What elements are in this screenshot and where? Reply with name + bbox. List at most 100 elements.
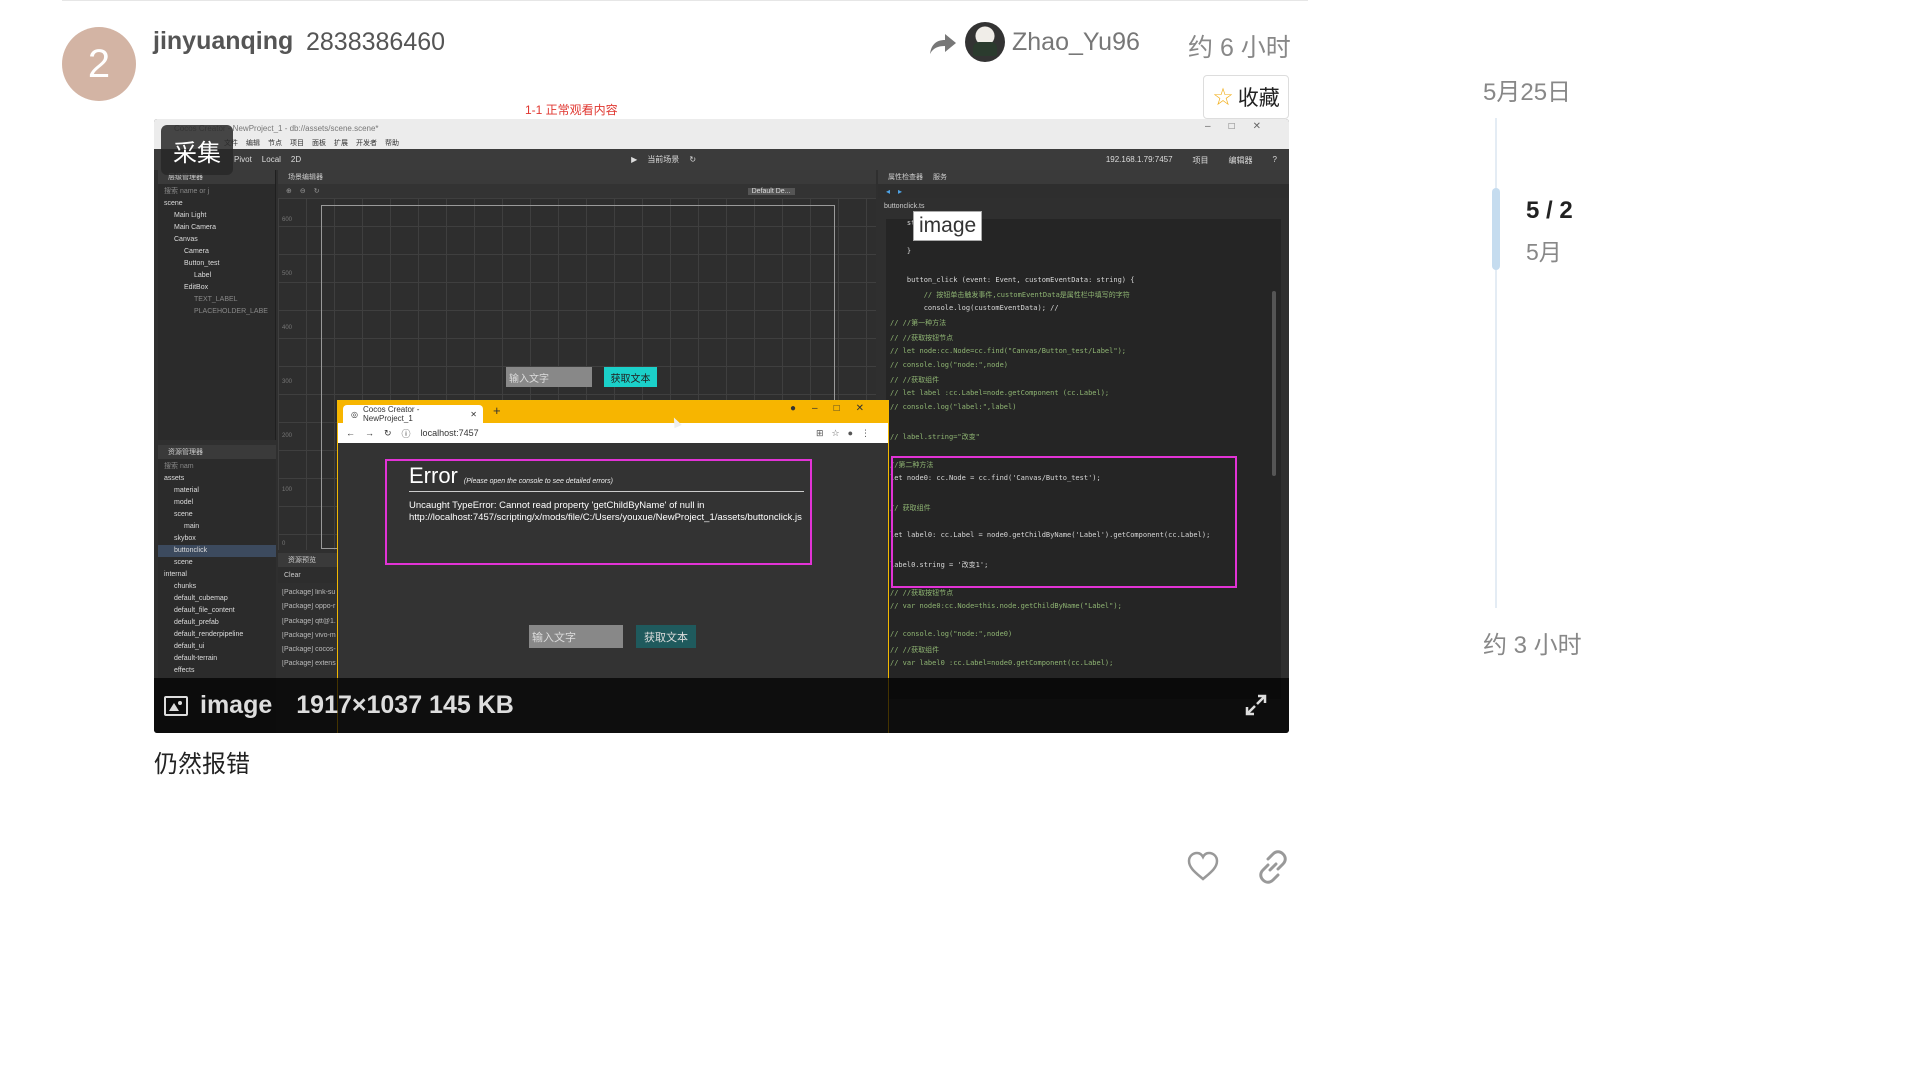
inspector-tabs: 属性检查器 服务 [878,170,1289,184]
expand-icon[interactable] [1245,694,1267,716]
tab-close-icon: ✕ [470,409,477,419]
browser-address-bar: ← → ↻ ⓘ localhost:7457 ⊞☆●⋮ [338,423,888,443]
tool-local: Local [261,155,281,164]
asset-node: default_cubemap [174,595,228,602]
tool-pivot: Pivot [234,155,252,164]
post-number-avatar: 2 [62,27,136,101]
toolbar-right: 192.168.1.79:7457 项目 编辑器 ? [1096,155,1277,166]
play-icon: ▶ [631,155,638,164]
browser-text-input: 输入文字 [529,625,623,648]
scene-toolbar: ⊕ ⊖ ↻ Default De... [278,184,876,198]
code-highlight-box [891,456,1237,588]
code-line: // console.log("label:",label) [890,403,1017,412]
code-line: // let node:cc.Node=cc.find("Canvas/Butt… [890,346,1127,355]
hierarchy-node: scene [164,200,183,207]
error-heading: Error (Please open the console to see de… [409,463,804,492]
asset-node: skybox [174,535,196,542]
code-line: // //获取按钮节点 [890,588,954,597]
code-line: // var node0:cc.Node=this.node.getChildB… [890,602,1122,611]
asset-node: default-terrain [174,655,218,662]
tool-2d: 2D [290,155,302,164]
hierarchy-tree: scene Main Light Main Camera Canvas Camera Bu… [158,198,275,318]
editor-menu-item: 帮助 [385,140,399,147]
post-body-text: 仍然报错 [154,751,250,778]
error-title: Error [409,463,458,488]
collect-overlay-badge[interactable]: 采集 [161,125,233,175]
code-line: // //获取组件 [890,376,940,385]
hierarchy-panel: 层级管理器 搜索 name or j scene Main Light Main C… [158,170,276,440]
scene-ruler-label: 600 [282,217,293,223]
code-nav-bar: ◂ ▸ [878,184,1289,198]
browser-get-text-button: 获取文本 [636,625,696,648]
refresh-icon: ↻ [689,155,697,164]
asset-node: effects [174,667,195,674]
editor-menu-item: 节点 [268,140,282,147]
asset-node: chunks [174,583,197,590]
asset-node: default_renderpipeline [174,631,244,638]
scene-ruler-label: 0 [282,541,286,547]
editor-menu-item: 扩展 [334,140,348,147]
editor-window-title: Cocos Creator - NewProject_1 - db://asse… [154,119,1289,137]
project-button: 项目 [1192,156,1209,165]
tab-favicon-icon: ◎ [351,409,358,419]
browser-tab-bar: ◎ Cocos Creator - NewProject_1 ✕ + ●–□✕ [338,401,888,423]
hierarchy-search: 搜索 name or j [158,184,275,198]
code-line: // 按钮单击触发事件,customEventData是属性栏中填写的字符 [890,290,1130,299]
code-line: // console.log("node:",node) [890,360,1009,369]
back-arrow-icon: ← [346,428,355,438]
asset-node: internal [164,571,187,578]
image-attachment[interactable]: Cocos Creator - NewProject_1 - db://asse… [154,119,1289,733]
heart-icon[interactable] [1186,850,1220,882]
assets-search: 搜索 nam [158,459,276,473]
ip-address: 192.168.1.79:7457 [1105,155,1173,164]
scene-text-input: 输入文字 [506,367,592,387]
editor-menu-bar: 文件编辑节点项目面板扩展开发者帮助 [154,137,1289,149]
code-line: // //获取组件 [890,645,940,654]
image-caption: 1-1 正常观看内容 [525,103,618,117]
timeline-start-date[interactable]: 5月25日 [1483,72,1571,107]
reply-username-link[interactable]: Zhao_Yu96 [1012,28,1140,57]
editor-menu-item: 开发者 [356,140,377,147]
scene-get-text-button: 获取文本 [604,367,657,387]
hierarchy-node: Main Camera [174,224,217,231]
image-info-bar: image 1917×1037 145 KB [154,678,1289,733]
reply-user-avatar[interactable] [965,22,1005,62]
code-line: // //第一种方法 [890,319,947,328]
code-line: } [890,247,912,256]
code-line: // console.log("node:",node0) [890,630,1013,639]
hierarchy-node: Camera [184,248,209,255]
asset-node: scene [174,511,193,518]
scene-dropdown: Default De... [747,187,795,195]
asset-node: assets [164,475,185,482]
window-controls: –□✕ [1205,121,1279,132]
hierarchy-node: Canvas [174,236,198,243]
star-icon: ☆ [1212,83,1234,111]
editor-toolbar: Pivot Local 2D ▶ 当前场景 ↻ 192.168.1.79:745… [154,149,1289,170]
username-link[interactable]: jinyuanqing [153,27,293,56]
browser-window-controls: ●–□✕ [789,403,880,414]
timeline-handle[interactable] [1492,188,1500,270]
link-icon[interactable] [1256,850,1290,884]
asset-node: model [174,499,194,506]
post-time[interactable]: 约 6 小时 [1188,28,1291,64]
help-icon: ? [1272,155,1277,164]
scene-ruler-label: 400 [282,325,293,331]
code-scrollbar [1272,291,1276,476]
scene-editor-title: 场景编辑器 [278,170,876,184]
inspector-tab: 属性检查器 [888,174,923,181]
hierarchy-node: PLACEHOLDER_LABE [194,308,268,315]
hierarchy-node: TEXT_LABEL [194,296,238,303]
reply-arrow-icon[interactable] [928,32,958,56]
top-divider [62,0,1308,1]
assets-tree: assets material model scene main skybox button… [158,473,276,677]
error-subtitle: (Please open the console to see detailed… [463,478,613,485]
asset-node: default_file_content [174,607,235,614]
timeline-end-date[interactable]: 约 3 小时 [1483,625,1582,660]
error-message: Uncaught TypeError: Cannot read property… [409,500,802,523]
assets-title: 资源管理器 [158,445,276,459]
collect-label: 收藏 [1237,87,1280,110]
asset-node: scene [174,559,193,566]
collect-button[interactable]: ☆ 收藏 [1203,75,1289,119]
